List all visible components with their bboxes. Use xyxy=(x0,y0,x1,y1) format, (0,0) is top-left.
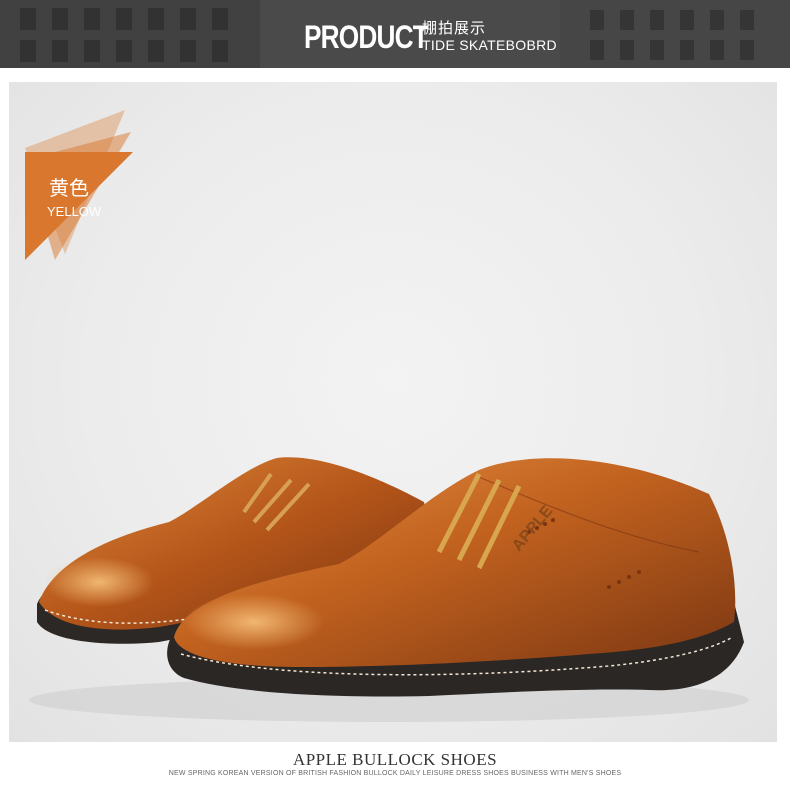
product-photo: APPLE 黄色 YELLOW xyxy=(9,82,777,742)
header-title-side: 棚拍展示 TIDE SKATEBOBRD xyxy=(422,19,557,54)
badge-label-cn: 黄色 xyxy=(49,176,89,200)
color-badge: 黄色 YELLOW xyxy=(25,104,137,264)
badge-label-en: YELLOW xyxy=(47,204,102,219)
footer-subtitle: NEW SPRING KOREAN VERSION OF BRITISH FAS… xyxy=(168,770,622,777)
header-title: PRODUCT 棚拍展示 TIDE SKATEBOBRD xyxy=(304,19,557,55)
header-title-cn: 棚拍展示 xyxy=(422,19,487,37)
header-banner: PRODUCT 棚拍展示 TIDE SKATEBOBRD xyxy=(0,0,790,68)
footer-title: APPLE BULLOCK SHOES xyxy=(292,750,498,769)
header-title-main: PRODUCT xyxy=(304,19,429,55)
header-title-en: TIDE SKATEBOBRD xyxy=(422,37,557,53)
